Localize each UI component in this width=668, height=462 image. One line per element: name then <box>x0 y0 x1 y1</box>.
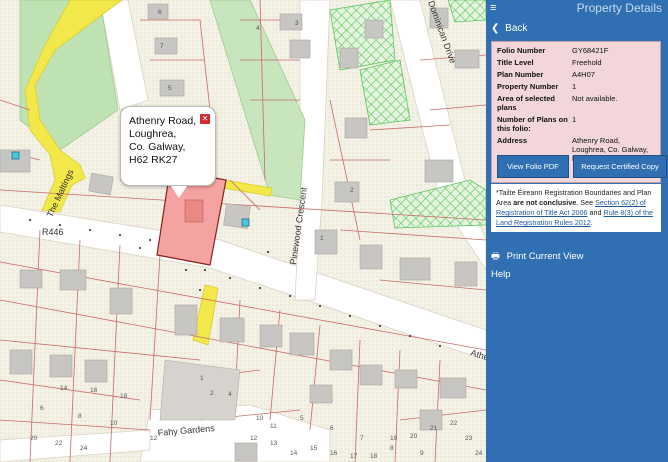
property-details-box: Folio Number GY68421F Title Level Freeho… <box>491 41 667 183</box>
popup-address-line: Athenry Road, <box>129 115 197 127</box>
view-folio-button[interactable]: View Folio PDF <box>497 155 569 178</box>
house-number: 20 <box>410 433 418 440</box>
house-number: 10 <box>110 420 118 427</box>
house-number: 2 <box>350 187 354 194</box>
house-number: 6 <box>330 425 334 432</box>
address-popup: Athenry Road, Loughrea, Co. Galway, H62 … <box>120 106 216 198</box>
house-number: 12 <box>150 435 158 442</box>
house-number: 2 <box>210 390 214 397</box>
house-number: 11 <box>270 423 277 430</box>
detail-row: Property Number 1 <box>497 82 655 91</box>
action-buttons: View Folio PDF Request Certified Copy <box>497 155 667 178</box>
popup-address-line: H62 RK27 <box>129 154 178 166</box>
house-number: 12 <box>250 435 258 442</box>
house-number: 18 <box>120 393 128 400</box>
detail-row: Area of selected plans Not available. <box>497 94 655 112</box>
house-number: 16 <box>330 450 338 457</box>
popup-address-line: Loughrea, <box>129 128 177 140</box>
map-canvas[interactable]: R446 The Maltings Pinewood Crescent Fahy… <box>0 0 486 462</box>
house-number: 8 <box>390 445 394 452</box>
detail-value: 1 <box>572 82 577 91</box>
detail-value: Freehold <box>572 58 602 67</box>
marker-square <box>241 218 250 227</box>
house-number: 7 <box>360 435 364 442</box>
house-number: 6 <box>158 9 162 16</box>
house-number: 20 <box>30 435 38 442</box>
selected-building <box>184 199 204 223</box>
popup-tail <box>171 186 187 198</box>
printer-icon: 🖶 <box>491 251 500 262</box>
note-text: and <box>587 208 604 217</box>
house-number: 21 <box>430 425 438 432</box>
detail-value: GY68421F <box>572 46 609 55</box>
detail-row: Title Level Freehold <box>497 58 655 67</box>
disclaimer-note: *Tailte Éireann Registration Boundaries … <box>491 184 661 232</box>
house-number: 1 <box>200 375 204 382</box>
map-view[interactable]: R446 The Maltings Pinewood Crescent Fahy… <box>0 0 486 462</box>
help-link[interactable]: Help <box>491 269 511 280</box>
popup-address-line: Co. Galway, <box>129 141 186 153</box>
detail-row: Folio Number GY68421F <box>497 46 655 55</box>
panel-title: Property Details <box>576 1 662 15</box>
house-number: 22 <box>55 440 63 447</box>
detail-label: Property Number <box>497 82 559 91</box>
house-number: 10 <box>256 415 264 422</box>
request-copy-button[interactable]: Request Certified Copy <box>573 155 667 178</box>
chevron-left-icon: ❮ <box>491 23 500 34</box>
print-label: Print Current View <box>506 251 584 262</box>
note-text: . <box>590 218 593 227</box>
detail-label: Number of Plans on this folio: <box>497 115 568 133</box>
house-number: 5 <box>168 85 172 92</box>
house-number: 6 <box>40 405 44 412</box>
detail-row: Plan Number A4H07 <box>497 70 655 79</box>
house-number: 22 <box>450 420 458 427</box>
property-panel: ≡ Property Details ❮ Back Folio Number G… <box>486 0 668 462</box>
house-number: 19 <box>390 435 398 442</box>
house-number: 3 <box>295 20 299 27</box>
house-number: 4 <box>256 25 260 32</box>
car-park <box>159 359 241 421</box>
house-number: 23 <box>465 435 473 442</box>
back-label: Back <box>505 23 528 34</box>
house-number: 16 <box>90 387 98 394</box>
detail-value: 1 <box>572 115 577 124</box>
detail-value: Not available. <box>572 94 618 103</box>
detail-label: Area of selected plans <box>497 94 555 112</box>
hamburger-icon[interactable]: ≡ <box>490 2 496 14</box>
house-number: 24 <box>80 445 88 452</box>
marker-square <box>11 151 20 160</box>
close-icon[interactable]: ✕ <box>200 114 210 124</box>
detail-label: Folio Number <box>497 46 546 55</box>
house-number: 15 <box>310 445 318 452</box>
house-number: 14 <box>60 385 68 392</box>
house-number: 8 <box>78 413 82 420</box>
house-number: 13 <box>270 440 278 447</box>
detail-row: Number of Plans on this folio: 1 <box>497 115 655 133</box>
house-number: 14 <box>290 450 298 457</box>
house-number: 18 <box>370 453 378 460</box>
detail-value: A4H07 <box>572 70 595 79</box>
detail-label: Title Level <box>497 58 534 67</box>
detail-label: Plan Number <box>497 70 544 79</box>
house-number: 1 <box>320 235 324 242</box>
house-number: 24 <box>475 450 483 457</box>
print-view-button[interactable]: 🖶 Print Current View <box>491 249 584 265</box>
house-number: 4 <box>228 391 232 398</box>
note-bold: are not conclusive <box>513 198 577 207</box>
note-text: . See <box>576 198 596 207</box>
house-number: 9 <box>420 450 424 457</box>
panel-header: ≡ Property Details <box>486 0 668 16</box>
house-number: 5 <box>300 415 304 422</box>
road-label-r446: R446 <box>42 227 64 237</box>
house-number: 7 <box>160 43 164 50</box>
back-button[interactable]: ❮ Back <box>486 18 668 40</box>
house-number: 17 <box>350 453 358 460</box>
